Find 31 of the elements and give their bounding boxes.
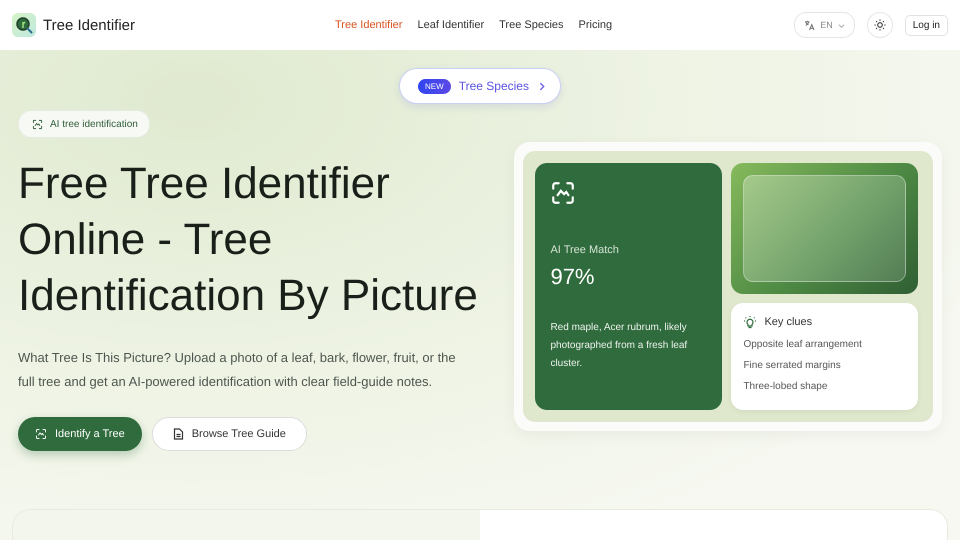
theme-toggle[interactable] <box>866 12 893 38</box>
nav-link[interactable]: Leaf Identifier <box>417 19 484 31</box>
clue-item: Opposite leaf arrangement <box>743 339 863 350</box>
nav-link[interactable]: Tree Species <box>499 19 564 31</box>
sun-icon <box>874 19 886 31</box>
new-badge: NEW <box>418 78 451 94</box>
match-description: Red maple, Acer rubrum, likely photographed from a fresh leaf cluster. <box>550 321 688 371</box>
match-label: AI Tree Match <box>550 244 620 256</box>
scan-icon <box>32 118 43 130</box>
clue-item: Fine serrated margins <box>743 360 842 371</box>
nav-link[interactable]: Pricing <box>578 19 612 31</box>
guide-button[interactable]: Browse Tree Guide <box>152 417 307 451</box>
chevron-down-icon <box>838 22 845 28</box>
scan-icon <box>550 180 576 206</box>
translate-icon <box>804 20 816 30</box>
document-icon <box>172 428 184 440</box>
scan-icon <box>35 428 47 440</box>
nav-link[interactable]: Tree Identifier <box>335 19 402 31</box>
clue-item: Three-lobed shape <box>743 381 828 392</box>
announcement-pill[interactable]: NEW Tree Species <box>399 68 561 104</box>
language-selector[interactable]: EN <box>794 12 855 38</box>
logo-icon[interactable] <box>12 13 36 37</box>
feature-tag: AI tree identification <box>18 110 150 138</box>
login-button[interactable]: Log in <box>904 14 948 36</box>
hero-description: What Tree Is This Picture? Upload a photo of a leaf, bark, flower, fruit, or the full tree and get an AI-powered identification with clear field-guide notes. <box>18 349 457 391</box>
identify-button[interactable]: Identify a Tree <box>18 417 142 451</box>
match-value: 97% <box>550 264 596 290</box>
hero-title: Free Tree Identifier Online - Tree Identification By Picture <box>18 158 479 322</box>
clues-title: Key clues <box>764 316 812 328</box>
lightbulb-icon <box>743 315 758 329</box>
brand-name[interactable]: Tree Identifier <box>43 16 135 34</box>
